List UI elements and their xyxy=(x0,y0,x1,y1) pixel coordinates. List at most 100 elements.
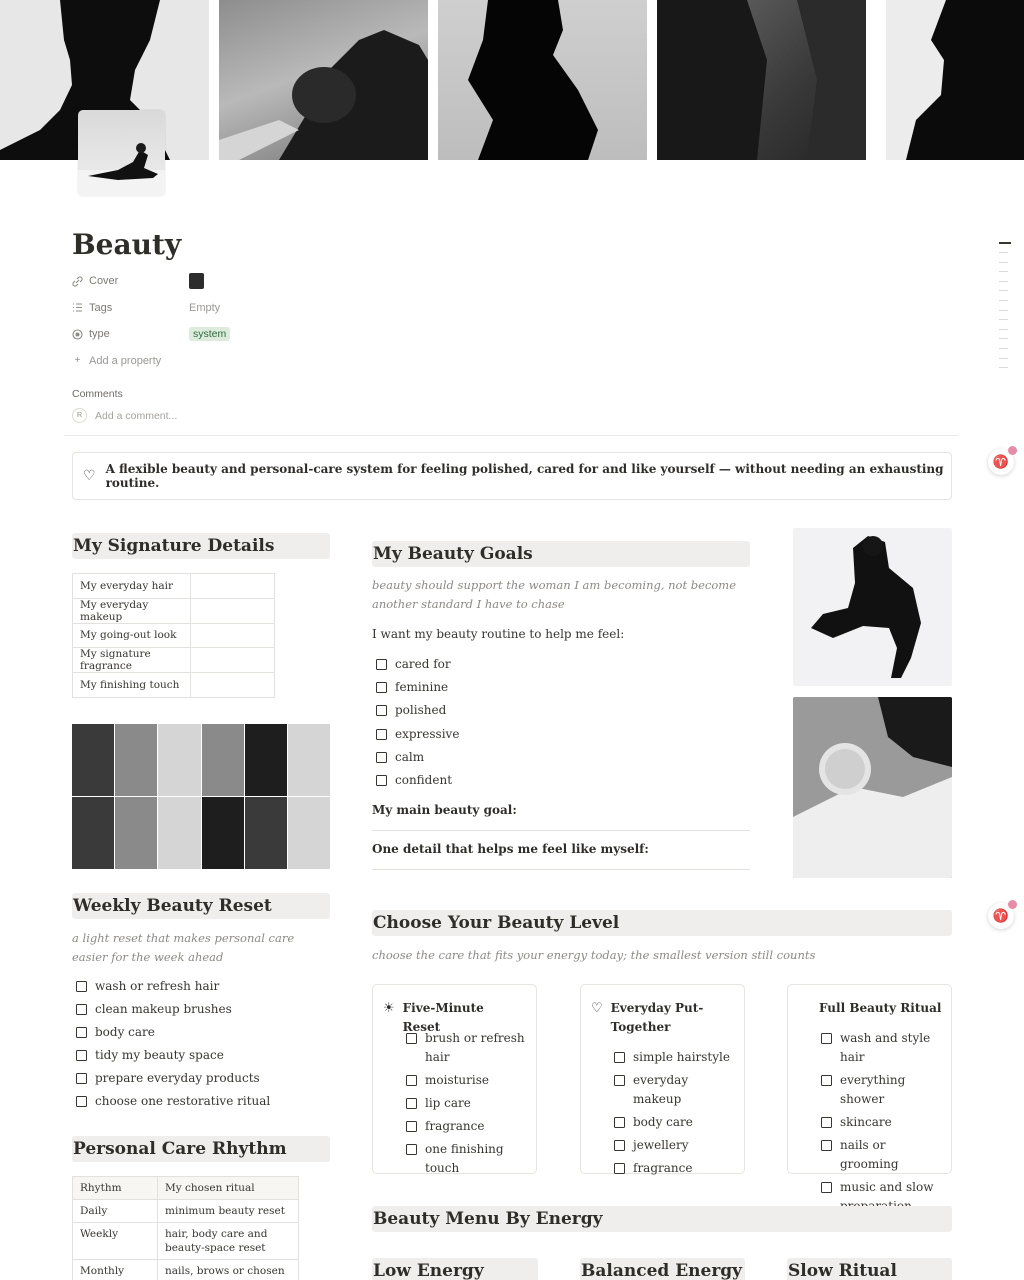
checklist-item[interactable]: wash and style hair xyxy=(821,1029,946,1067)
checkbox[interactable] xyxy=(376,751,387,763)
checkbox[interactable] xyxy=(406,1075,417,1086)
checkbox[interactable] xyxy=(376,682,387,694)
checkbox[interactable] xyxy=(821,1182,832,1193)
checkbox[interactable] xyxy=(76,1073,87,1084)
checkbox[interactable] xyxy=(406,1144,417,1155)
card-title: Full Beauty Ritual xyxy=(819,999,949,1018)
intro-callout: ♡ A flexible beauty and personal-care sy… xyxy=(72,452,952,500)
checklist-item[interactable]: wash or refresh hair xyxy=(76,977,336,1000)
checklist-item[interactable]: everyday makeup xyxy=(614,1071,739,1109)
table-cell-empty[interactable] xyxy=(190,647,275,673)
checklist-item[interactable]: fragrance xyxy=(614,1159,739,1178)
checklist-item[interactable]: skincare xyxy=(821,1113,946,1132)
checklist-item[interactable]: jewellery xyxy=(614,1136,739,1155)
table-header-cell[interactable]: Rhythm xyxy=(72,1176,158,1200)
checklist-label: confident xyxy=(395,772,453,787)
table-cell[interactable]: My everyday hair xyxy=(72,573,191,599)
table-cell[interactable]: Weekly xyxy=(72,1222,158,1260)
checkbox[interactable] xyxy=(821,1117,832,1128)
checklist-item[interactable]: choose one restorative ritual xyxy=(76,1092,336,1115)
checklist-item[interactable]: polished xyxy=(376,701,736,724)
table-cell-empty[interactable] xyxy=(190,622,275,648)
checkbox[interactable] xyxy=(614,1140,625,1151)
table-cell[interactable]: Daily xyxy=(72,1199,158,1223)
checkbox[interactable] xyxy=(376,659,387,670)
checklist-item[interactable]: nails or grooming xyxy=(821,1136,946,1174)
property-tags[interactable]: Tags Empty xyxy=(72,295,572,322)
checkbox[interactable] xyxy=(614,1117,625,1128)
floating-assistant-button[interactable]: ♈ xyxy=(988,900,1017,929)
table-cell-empty[interactable] xyxy=(190,573,275,599)
table-cell[interactable]: My signature fragrance xyxy=(72,647,191,673)
checkbox[interactable] xyxy=(376,774,387,786)
checkbox[interactable] xyxy=(376,728,387,740)
comment-input[interactable]: Add a comment... xyxy=(95,410,177,422)
table-cell[interactable]: minimum beauty reset xyxy=(157,1199,299,1223)
checklist-item[interactable]: feminine xyxy=(376,678,736,701)
table-cell[interactable]: My going-out look xyxy=(72,622,191,648)
checkbox[interactable] xyxy=(821,1075,832,1086)
main-goal-label[interactable]: My main beauty goal: xyxy=(372,803,517,817)
tags-value[interactable]: Empty xyxy=(189,302,220,314)
checkbox[interactable] xyxy=(76,1004,87,1015)
type-tag[interactable]: system xyxy=(189,327,231,342)
checklist-label: prepare everyday products xyxy=(95,1071,260,1085)
checklist-item[interactable]: lip care xyxy=(406,1094,531,1113)
table-cell[interactable]: nails, brows or chosen xyxy=(157,1259,299,1280)
checklist-item[interactable]: prepare everyday products xyxy=(76,1069,336,1092)
detail-label[interactable]: One detail that helps me feel like mysel… xyxy=(372,842,649,856)
checkbox[interactable] xyxy=(406,1121,417,1132)
weekly-reset-checklist: wash or refresh hair clean makeup brushe… xyxy=(76,977,336,1115)
checkbox[interactable] xyxy=(76,1050,87,1061)
table-row: Daily minimum beauty reset xyxy=(72,1199,299,1223)
table-cell[interactable]: My finishing touch xyxy=(72,672,191,698)
weekly-reset-subtitle: a light reset that makes personal care e… xyxy=(72,931,295,964)
checklist-item[interactable]: simple hairstyle xyxy=(614,1048,739,1067)
checklist-item[interactable]: cared for xyxy=(376,655,736,678)
checklist-item[interactable]: one finishing touch xyxy=(406,1140,531,1178)
callout-text: A flexible beauty and personal-care syst… xyxy=(105,462,944,490)
checklist-item[interactable]: moisturise xyxy=(406,1071,531,1090)
checkbox[interactable] xyxy=(821,1033,832,1044)
property-cover[interactable]: Cover xyxy=(72,268,572,295)
checklist-item[interactable]: fragrance xyxy=(406,1117,531,1136)
checkbox[interactable] xyxy=(76,1027,87,1038)
property-type[interactable]: type system xyxy=(72,321,572,348)
checklist-item[interactable]: calm xyxy=(376,748,736,771)
table-cell-empty[interactable] xyxy=(190,597,275,624)
cover-photo-reclining-woman xyxy=(219,0,428,160)
checkbox[interactable] xyxy=(821,1140,832,1151)
card-title-text: Everyday Put-Together xyxy=(610,1001,704,1034)
checkbox[interactable] xyxy=(614,1052,625,1063)
page-outline-nav[interactable] xyxy=(999,242,1011,377)
checklist-item[interactable]: body care xyxy=(76,1023,336,1046)
table-cell[interactable]: Monthly xyxy=(72,1259,158,1280)
checkbox[interactable] xyxy=(76,1096,87,1107)
cover-photo-striped-blazer xyxy=(657,0,866,160)
checklist-item[interactable]: brush or refresh hair xyxy=(406,1029,531,1067)
checkbox[interactable] xyxy=(614,1075,625,1086)
checklist-item[interactable]: clean makeup brushes xyxy=(76,1000,336,1023)
add-property-button[interactable]: + Add a property xyxy=(72,348,572,375)
checklist-item[interactable]: confident xyxy=(376,771,736,794)
table-cell[interactable]: hair, body care and beauty-space reset xyxy=(157,1222,299,1260)
comment-input-row[interactable]: R Add a comment... xyxy=(72,408,177,423)
checkbox[interactable] xyxy=(614,1163,625,1174)
checklist-item[interactable]: expressive xyxy=(376,725,736,748)
checklist-label: feminine xyxy=(395,680,449,695)
table-cell-empty[interactable] xyxy=(190,672,275,698)
page-icon[interactable] xyxy=(78,110,165,196)
checkbox[interactable] xyxy=(406,1098,417,1109)
checklist-item[interactable]: body care xyxy=(614,1113,739,1132)
cover-thumbnail[interactable] xyxy=(189,273,204,290)
table-header-cell[interactable]: My chosen ritual xyxy=(157,1176,299,1200)
table-cell[interactable]: My everyday makeup xyxy=(72,597,191,624)
checkbox[interactable] xyxy=(76,981,87,992)
checklist-item[interactable]: everything shower xyxy=(821,1071,946,1109)
menu-column-slow-ritual: Slow Ritual xyxy=(787,1258,952,1280)
page-title[interactable]: Beauty xyxy=(72,228,181,261)
checkbox[interactable] xyxy=(406,1033,417,1044)
floating-assistant-button[interactable]: ♈ xyxy=(988,446,1017,475)
checkbox[interactable] xyxy=(376,705,387,717)
checklist-item[interactable]: tidy my beauty space xyxy=(76,1046,336,1069)
